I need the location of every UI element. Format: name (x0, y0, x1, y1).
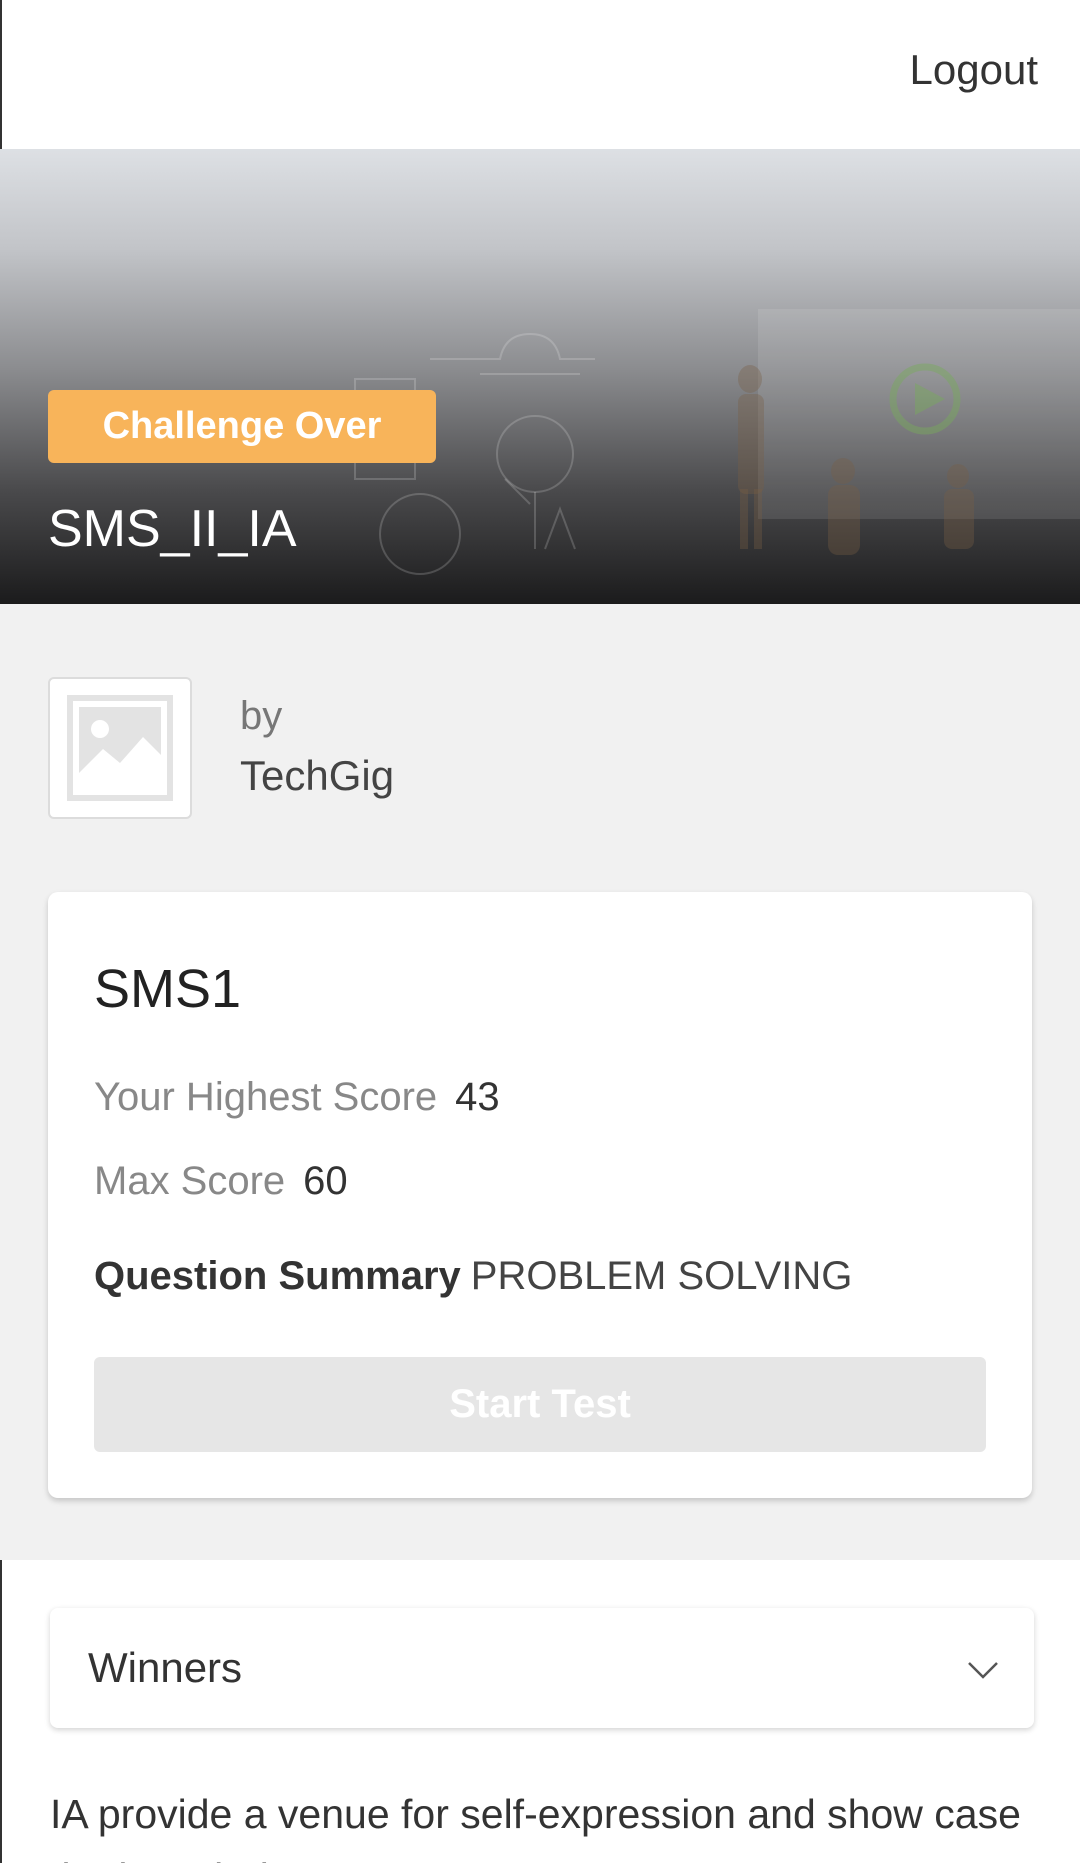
winners-label: Winners (88, 1644, 243, 1691)
logout-link[interactable]: Logout (910, 46, 1038, 94)
image-placeholder-icon (67, 695, 173, 801)
question-summary-row: Question Summary PROBLEM SOLVING (94, 1254, 852, 1299)
test-card: SMS1 Your Highest Score 43 Max Score 60 Qu… (48, 892, 1032, 1498)
challenge-banner: Challenge Over SMS_II_IA (0, 149, 1080, 604)
organizer-by-label: by (240, 694, 283, 738)
max-score-row: Max Score 60 (94, 1159, 348, 1204)
question-summary-value: PROBLEM SOLVING (470, 1254, 853, 1298)
chevron-down-icon[interactable] (966, 1652, 1000, 1686)
winners-accordion[interactable]: Winners (50, 1608, 1034, 1728)
test-title: SMS1 (94, 959, 242, 1019)
challenge-title: SMS_II_IA (48, 500, 297, 558)
details-section: Winners IA provide a venue for self-expr… (0, 1560, 1080, 1863)
organizer-name[interactable]: TechGig (240, 752, 394, 800)
highest-score-label: Your Highest Score (94, 1075, 438, 1119)
max-score-label: Max Score (94, 1159, 286, 1203)
top-bar: Logout (0, 0, 1080, 149)
highest-score-value: 43 (455, 1075, 500, 1119)
max-score-value: 60 (303, 1159, 348, 1203)
question-summary-label: Question Summary (94, 1254, 461, 1298)
challenge-description: IA provide a venue for self-expression a… (50, 1791, 1021, 1863)
start-test-button[interactable]: Start Test (94, 1357, 986, 1452)
challenge-status-badge: Challenge Over (48, 390, 436, 463)
highest-score-row: Your Highest Score 43 (94, 1075, 500, 1120)
organizer-logo (48, 677, 192, 819)
